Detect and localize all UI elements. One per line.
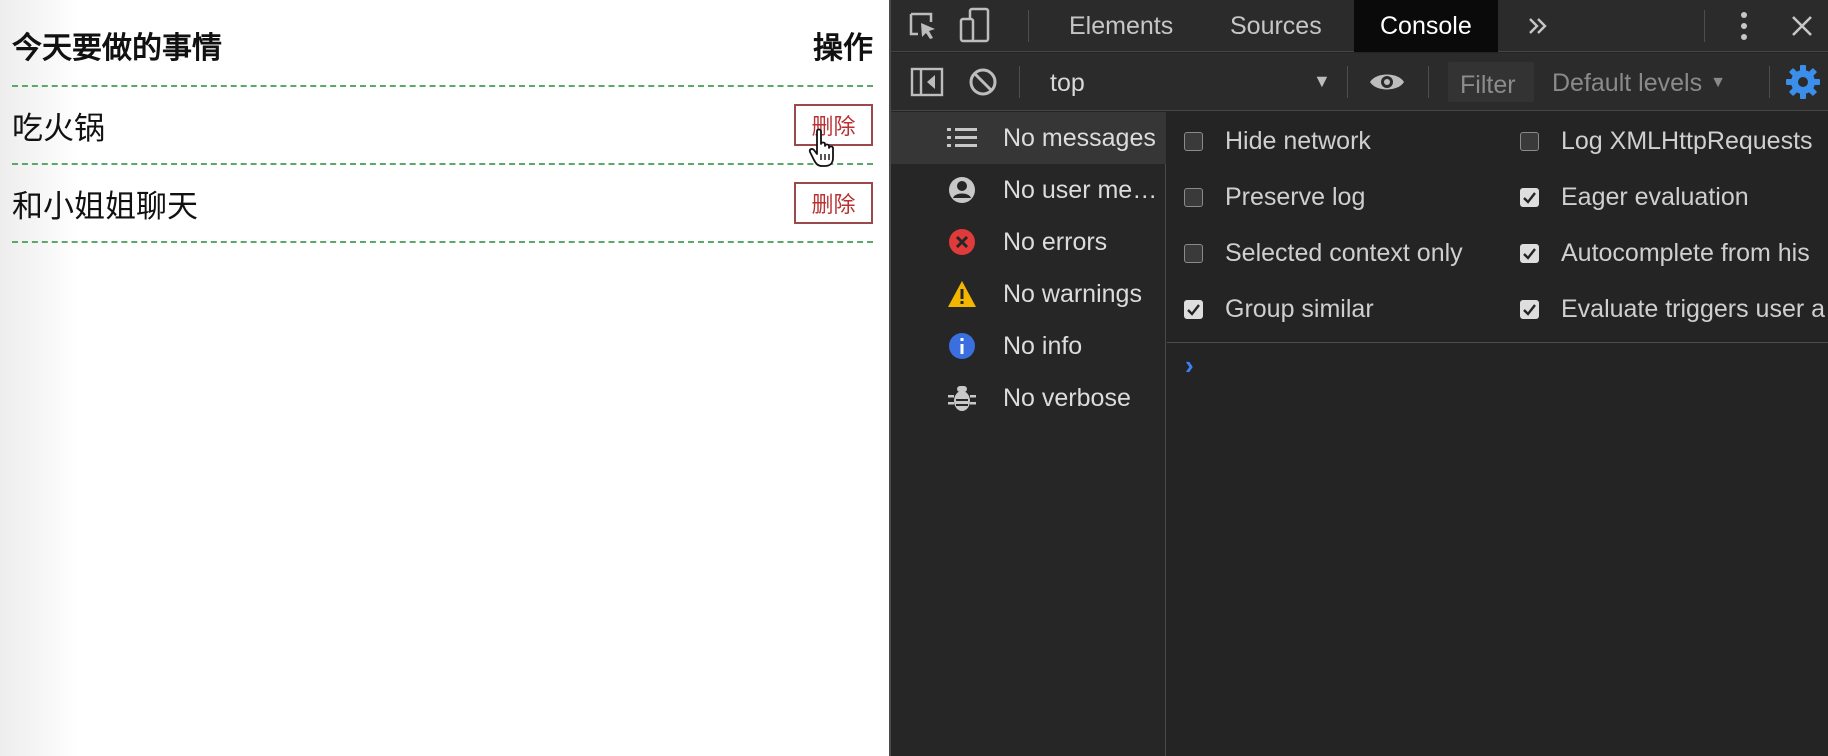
setting-label: Autocomplete from his xyxy=(1561,238,1810,267)
device-toolbar-icon[interactable] xyxy=(957,6,993,46)
console-sidebar: No messages No user me… No errors No war… xyxy=(891,112,1166,756)
console-settings: Hide network Log XMLHttpRequests Preserv… xyxy=(1167,112,1828,343)
user-icon xyxy=(947,175,977,205)
setting-evaluate-triggers[interactable]: Evaluate triggers user a xyxy=(1520,289,1825,329)
setting-group-similar[interactable]: Group similar xyxy=(1184,289,1374,329)
hand-pointer-icon xyxy=(808,128,834,167)
devtools-tab-bar: Elements Sources Console xyxy=(891,0,1828,52)
setting-selected-context-only[interactable]: Selected context only xyxy=(1184,233,1463,273)
todo-page: 今天要做的事情 操作 吃火锅 删除 和小姐姐聊天 删除 xyxy=(0,0,889,756)
toolbar-divider xyxy=(1019,66,1020,98)
dropdown-arrow-icon[interactable]: ▼ xyxy=(1313,71,1331,92)
sidebar-item-warnings[interactable]: No warnings xyxy=(891,268,1166,320)
filter-placeholder: Filter xyxy=(1460,71,1516,99)
checkbox[interactable] xyxy=(1520,131,1539,151)
todo-row: 和小姐姐聊天 删除 xyxy=(12,165,873,243)
setting-log-xhr[interactable]: Log XMLHttpRequests xyxy=(1520,121,1813,161)
todo-header-action: 操作 xyxy=(813,30,873,66)
eye-icon[interactable] xyxy=(1367,64,1407,100)
checkbox-checked[interactable] xyxy=(1520,187,1539,207)
setting-label: Evaluate triggers user a xyxy=(1561,294,1826,323)
more-tabs-icon[interactable] xyxy=(1520,8,1556,44)
setting-label: Selected context only xyxy=(1225,238,1463,267)
setting-label: Log XMLHttpRequests xyxy=(1561,126,1813,155)
sidebar-item-label: No verbose xyxy=(1003,384,1131,412)
sidebar-item-label: No errors xyxy=(1003,228,1108,256)
toolbar-divider xyxy=(1704,10,1705,42)
check-icon xyxy=(1523,247,1536,260)
sidebar-item-errors[interactable]: No errors xyxy=(891,216,1166,268)
setting-label: Hide network xyxy=(1225,126,1371,155)
context-selector[interactable]: top xyxy=(1050,69,1085,98)
check-icon xyxy=(1523,191,1536,204)
setting-label: Group similar xyxy=(1225,294,1374,323)
devtools-panel: Elements Sources Console top ▼ Filter De… xyxy=(889,0,1828,756)
inspect-element-icon[interactable] xyxy=(905,8,941,44)
clear-console-icon[interactable] xyxy=(965,64,1001,100)
checkbox-checked[interactable] xyxy=(1184,299,1203,319)
filter-input[interactable]: Filter xyxy=(1448,62,1534,102)
warning-icon xyxy=(947,279,977,309)
log-levels-label: Default levels xyxy=(1552,69,1703,97)
setting-hide-network[interactable]: Hide network xyxy=(1184,121,1371,161)
todo-header-row: 今天要做的事情 操作 xyxy=(12,0,873,87)
setting-eager-evaluation[interactable]: Eager evaluation xyxy=(1520,177,1749,217)
delete-button[interactable]: 删除 xyxy=(794,182,873,224)
log-levels-dropdown[interactable]: Default levels ▼ xyxy=(1552,69,1726,98)
kebab-menu-icon[interactable] xyxy=(1729,8,1759,44)
gear-icon[interactable] xyxy=(1783,64,1823,100)
console-toolbar: top ▼ Filter Default levels ▼ xyxy=(891,53,1828,111)
check-icon xyxy=(1187,303,1200,316)
error-icon xyxy=(947,227,977,257)
todo-row: 吃火锅 删除 xyxy=(12,87,873,165)
sidebar-item-user-messages[interactable]: No user me… xyxy=(891,164,1166,216)
toolbar-divider xyxy=(1028,10,1029,42)
sidebar-item-label: No info xyxy=(1003,332,1083,360)
tab-console[interactable]: Console xyxy=(1354,0,1498,52)
sidebar-toggle-icon[interactable] xyxy=(909,64,945,100)
sidebar-item-info[interactable]: No info xyxy=(891,320,1166,372)
sidebar-item-label: No messages xyxy=(1003,124,1156,152)
checkbox[interactable] xyxy=(1184,187,1203,207)
toolbar-divider xyxy=(1769,66,1770,98)
toolbar-divider xyxy=(1347,66,1348,98)
check-icon xyxy=(1523,303,1536,316)
checkbox[interactable] xyxy=(1184,131,1203,151)
bug-icon xyxy=(947,383,977,413)
sidebar-item-messages[interactable]: No messages xyxy=(891,112,1166,164)
todo-table: 今天要做的事情 操作 吃火锅 删除 和小姐姐聊天 删除 xyxy=(12,0,873,243)
setting-preserve-log[interactable]: Preserve log xyxy=(1184,177,1365,217)
setting-autocomplete-history[interactable]: Autocomplete from his xyxy=(1520,233,1810,273)
console-prompt[interactable]: › xyxy=(1185,350,1194,381)
checkbox[interactable] xyxy=(1184,243,1203,263)
list-icon xyxy=(947,123,977,153)
toolbar-divider xyxy=(1428,66,1429,98)
setting-label: Preserve log xyxy=(1225,182,1366,211)
setting-label: Eager evaluation xyxy=(1561,182,1749,211)
tab-sources[interactable]: Sources xyxy=(1230,0,1322,52)
close-icon[interactable] xyxy=(1784,8,1820,44)
tab-elements[interactable]: Elements xyxy=(1069,0,1173,52)
dropdown-arrow-icon: ▼ xyxy=(1710,74,1726,91)
checkbox-checked[interactable] xyxy=(1520,243,1539,263)
todo-item-text: 和小姐姐聊天 xyxy=(12,188,198,225)
sidebar-item-label: No warnings xyxy=(1003,280,1142,308)
sidebar-item-label: No user me… xyxy=(1003,176,1158,204)
info-icon xyxy=(947,331,977,361)
sidebar-item-verbose[interactable]: No verbose xyxy=(891,372,1166,424)
checkbox-checked[interactable] xyxy=(1520,299,1539,319)
todo-header-task: 今天要做的事情 xyxy=(12,30,222,66)
todo-item-text: 吃火锅 xyxy=(12,110,105,147)
